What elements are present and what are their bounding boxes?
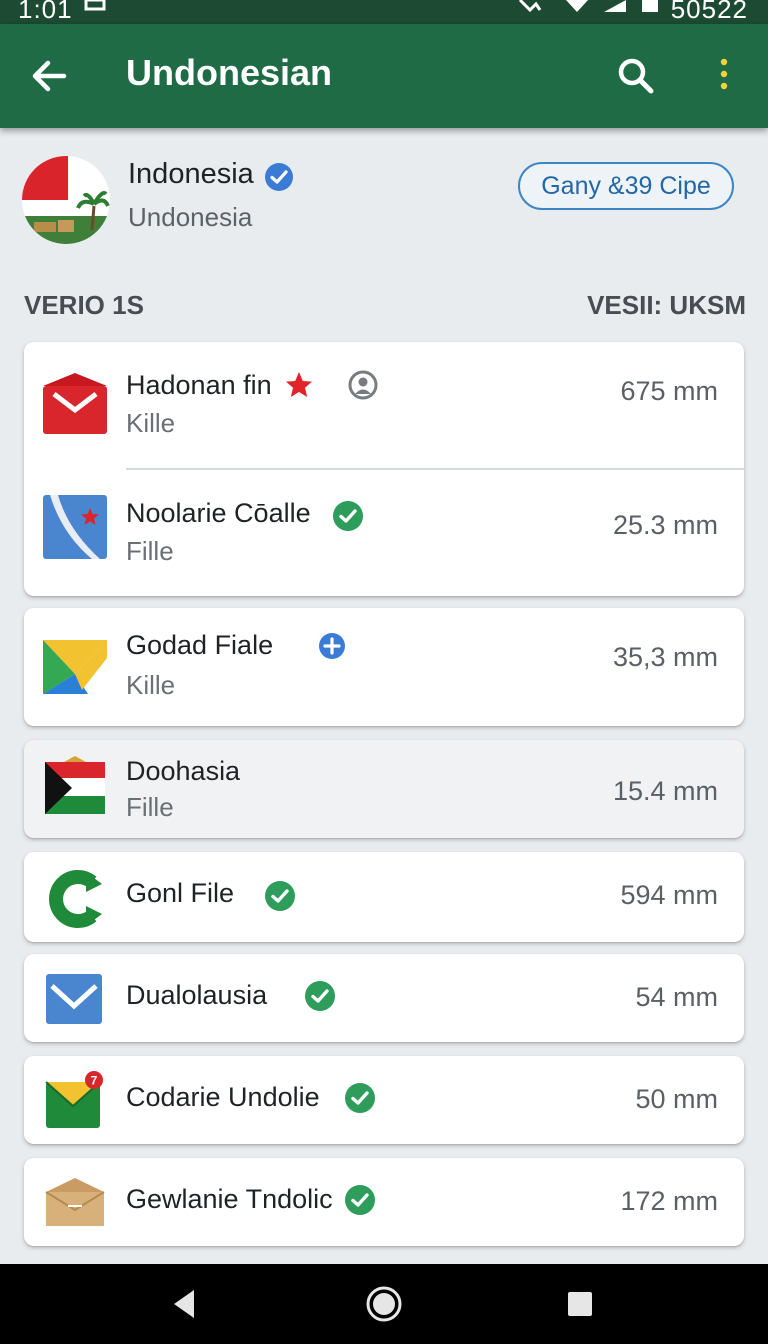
green-check-icon bbox=[333, 501, 363, 531]
file-name: Hadonan fin bbox=[126, 370, 272, 400]
page-title: Undonesian bbox=[126, 52, 333, 93]
file-size: 15.4 mm bbox=[612, 776, 718, 806]
app-bar: Undonesian bbox=[0, 24, 768, 128]
section-sort-label[interactable]: VESII: UKSM bbox=[587, 290, 746, 321]
file-row[interactable]: Gonl File 594 mm bbox=[24, 852, 744, 942]
file-name: Doohasia bbox=[126, 756, 241, 786]
notification-count: 7 bbox=[91, 1074, 98, 1088]
screenshot-icon bbox=[84, 0, 106, 11]
green-sync-icon bbox=[49, 870, 102, 928]
blue-map-icon bbox=[43, 495, 107, 559]
file-name: Codarie Undolie bbox=[126, 1082, 320, 1112]
status-time: 1:01 bbox=[18, 0, 73, 24]
green-check-icon bbox=[265, 881, 295, 911]
nav-home-icon[interactable] bbox=[364, 1284, 404, 1324]
verified-badge-icon bbox=[265, 163, 293, 191]
signal-icon bbox=[518, 0, 542, 13]
file-size: 594 mm bbox=[620, 880, 718, 910]
wifi-icon bbox=[566, 0, 588, 12]
tricolor-flag-icon bbox=[45, 756, 105, 814]
file-size: 25.3 mm bbox=[612, 510, 718, 540]
nav-recents-icon[interactable] bbox=[560, 1284, 600, 1324]
file-group-card: Hadonan fin Kille 675 mm Noolarie Cōalle… bbox=[24, 342, 744, 596]
file-size: 54 mm bbox=[635, 982, 718, 1012]
profile-subtitle: Undonesia bbox=[128, 202, 253, 232]
file-card[interactable]: Gonl File 594 mm bbox=[24, 852, 744, 942]
indonesia-flag-avatar bbox=[22, 156, 110, 244]
file-type: Fille bbox=[126, 792, 174, 822]
battery-level: 50522 bbox=[670, 0, 748, 24]
file-size: 50 mm bbox=[635, 1084, 718, 1114]
file-size: 172 mm bbox=[620, 1186, 718, 1216]
file-row[interactable]: Hadonan fin Kille 675 mm bbox=[24, 342, 744, 468]
file-card[interactable]: Dualolausia 54 mm bbox=[24, 954, 744, 1042]
file-size: 675 mm bbox=[620, 376, 718, 406]
file-card-selected[interactable]: Doohasia Fille 15.4 mm bbox=[24, 740, 744, 838]
file-card[interactable]: Gewlanie Tndolic 172 mm bbox=[24, 1158, 744, 1246]
blue-envelope-icon bbox=[46, 974, 102, 1024]
profile-action-button[interactable]: Gany &39 Cipe bbox=[518, 162, 734, 210]
file-card[interactable]: 7 Codarie Undolie 50 mm bbox=[24, 1056, 744, 1144]
file-size: 35,3 mm bbox=[612, 642, 718, 672]
file-row[interactable]: Gewlanie Tndolic 172 mm bbox=[24, 1158, 744, 1246]
cell-signal-icon bbox=[604, 0, 626, 12]
file-row[interactable]: Noolarie Cōalle Fille 25.3 mm bbox=[24, 470, 744, 596]
system-nav-bar bbox=[0, 1264, 768, 1344]
file-name: Gewlanie Tndolic bbox=[126, 1184, 333, 1214]
search-icon[interactable] bbox=[612, 52, 660, 100]
profile-name: Indonesia bbox=[128, 158, 254, 190]
color-envelope-icon bbox=[43, 640, 107, 694]
file-row[interactable]: 7 Codarie Undolie 50 mm bbox=[24, 1056, 744, 1144]
file-type: Kille bbox=[126, 670, 176, 700]
green-envelope-icon: 7 bbox=[45, 1071, 103, 1128]
red-envelope-icon bbox=[43, 373, 107, 434]
file-card[interactable]: Godad Fiale Kille 35,3 mm bbox=[24, 608, 744, 726]
person-badge-icon bbox=[348, 370, 378, 400]
file-type: Kille bbox=[126, 408, 176, 438]
back-arrow-icon[interactable] bbox=[28, 54, 72, 98]
tan-envelope-icon bbox=[45, 1178, 105, 1226]
file-row[interactable]: Dualolausia 54 mm bbox=[24, 954, 744, 1042]
file-name: Gonl File bbox=[126, 878, 235, 908]
green-check-icon bbox=[305, 981, 335, 1011]
file-name: Godad Fiale bbox=[126, 630, 274, 660]
section-title: VERIO 1S bbox=[24, 290, 144, 320]
nav-back-icon[interactable] bbox=[166, 1284, 206, 1324]
file-row[interactable]: Godad Fiale Kille 35,3 mm bbox=[24, 608, 744, 726]
file-type: Fille bbox=[126, 536, 174, 566]
green-check-icon bbox=[345, 1083, 375, 1113]
file-row[interactable]: Doohasia Fille 15.4 mm bbox=[24, 740, 744, 838]
more-options-icon[interactable] bbox=[704, 52, 744, 100]
red-star-icon bbox=[286, 372, 312, 397]
battery-icon bbox=[642, 0, 658, 12]
file-name: Noolarie Cōalle bbox=[126, 498, 311, 528]
status-bar: 1:01 50522 bbox=[0, 0, 768, 24]
green-check-icon bbox=[345, 1185, 375, 1215]
blue-plus-icon bbox=[319, 633, 345, 659]
file-name: Dualolausia bbox=[126, 980, 268, 1010]
